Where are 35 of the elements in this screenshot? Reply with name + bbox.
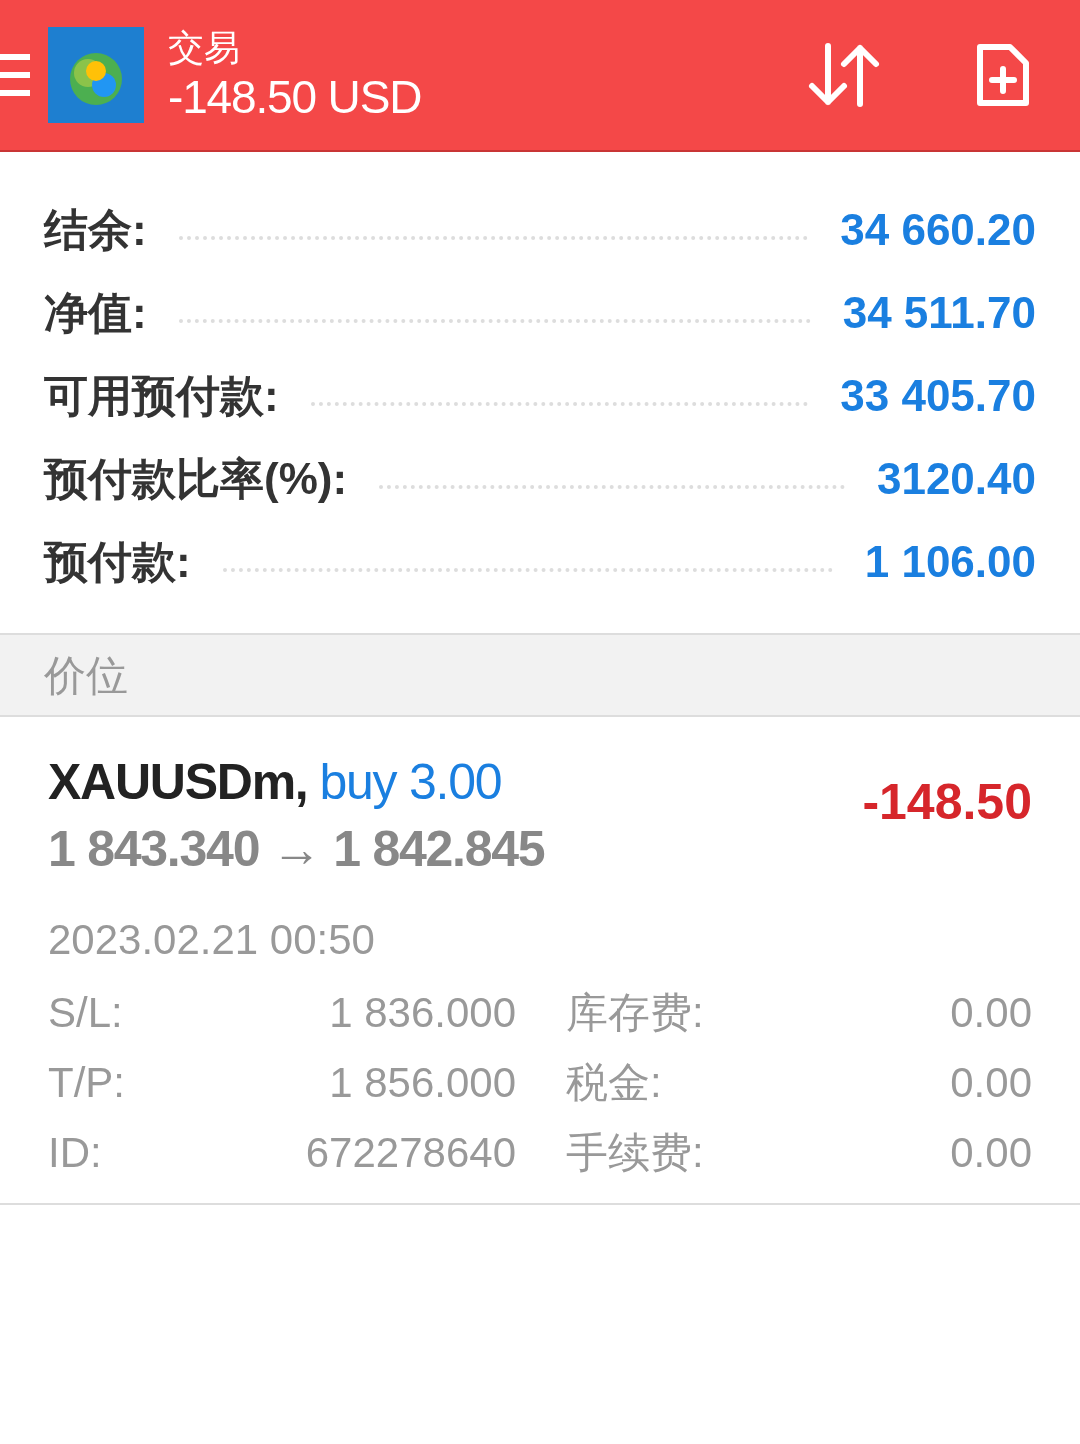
position-card[interactable]: XAUUSDm, buy 3.00 1 843.340 → 1 842.845 -148.50 2023.02.21 00:50 S/L: 1 836.000 库存费: 0.00 T/P: 1 856.000 税金: 0.00 ID: 672278640 手续费: 0.00 [0,717,1080,1205]
sort-icon[interactable] [806,42,882,108]
detail-value: 1 836.000 [328,987,516,1038]
detail-value: 0.00 [950,1127,1032,1178]
account-label: 预付款比率(%): [44,452,348,505]
position-side: buy 3.00 [319,753,502,812]
position-prices: 1 843.340 → 1 842.845 [48,820,546,878]
detail-value: 0.00 [950,1057,1032,1108]
menu-icon[interactable] [0,52,30,98]
section-title: 价位 [44,650,128,701]
position-profit: -148.50 [862,773,1032,832]
new-order-icon[interactable] [974,41,1030,109]
account-value: 3120.40 [876,452,1036,505]
screen-title: 交易 [168,26,241,70]
detail-label: ID: [48,1127,103,1178]
detail-value: 672278640 [304,1127,516,1178]
position-symbol: XAUUSDm, [48,753,308,812]
detail-label: 手续费: [566,1127,705,1178]
detail-value: 0.00 [950,987,1032,1038]
app-logo-icon [48,27,144,123]
total-profit: -148.50 USD [168,70,422,124]
account-value: 33 405.70 [840,369,1036,422]
detail-label: 库存费: [566,987,705,1038]
account-value: 34 511.70 [842,286,1036,339]
account-label: 预付款: [44,535,191,588]
detail-value: 1 856.000 [328,1057,516,1108]
account-label: 可用预付款: [44,369,279,422]
detail-label: S/L: [48,987,124,1038]
account-value: 34 660.20 [840,203,1036,256]
detail-label: T/P: [48,1057,126,1108]
position-time: 2023.02.21 00:50 [48,915,376,965]
account-value: 1 106.00 [864,535,1036,588]
detail-label: 税金: [566,1057,663,1108]
account-label: 净值: [44,286,147,339]
account-label: 结余: [44,203,147,256]
